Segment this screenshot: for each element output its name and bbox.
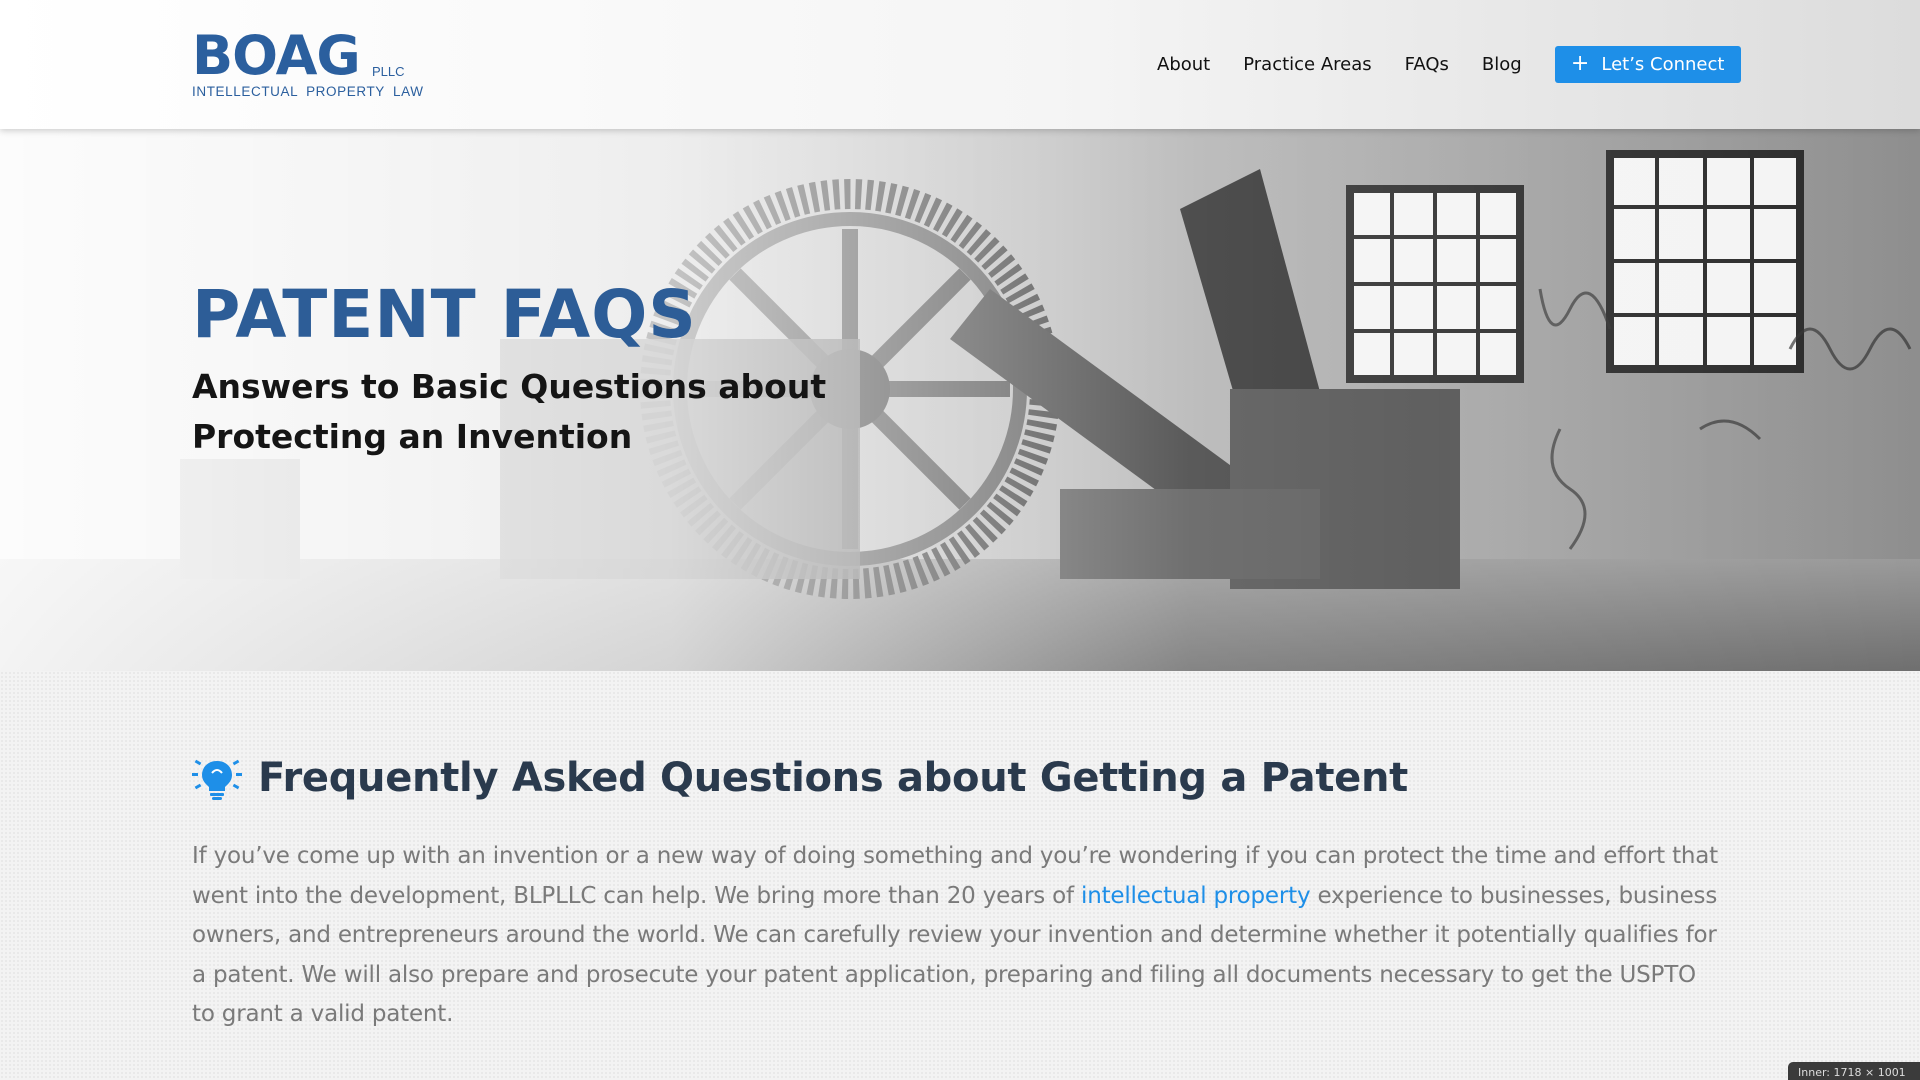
site-header: BOAG PLLC INTELLECTUAL PROPERTY LAW Abou…	[0, 0, 1920, 129]
hero-banner: PATENT FAQS Answers to Basic Questions a…	[0, 129, 1920, 671]
nav-practice-areas[interactable]: Practice Areas	[1243, 54, 1371, 75]
nav-about[interactable]: About	[1157, 54, 1210, 75]
page-title: PATENT FAQS	[192, 276, 697, 353]
intellectual-property-link[interactable]: intellectual property	[1081, 883, 1311, 909]
page-subtitle: Answers to Basic Questions about Protect…	[192, 367, 827, 456]
section-title: Frequently Asked Questions about Getting…	[258, 755, 1408, 801]
site-logo[interactable]: BOAG PLLC INTELLECTUAL PROPERTY LAW	[192, 24, 424, 102]
lightbulb-icon	[192, 759, 242, 800]
nav-faqs[interactable]: FAQs	[1405, 54, 1449, 75]
logo-wordmark: BOAG	[192, 24, 361, 87]
logo-suffix: PLLC	[372, 64, 405, 79]
faq-intro-section: Frequently Asked Questions about Getting…	[0, 671, 1920, 1080]
plus-icon: +	[1570, 51, 1590, 76]
main-nav: About Practice Areas FAQs Blog + Let’s C…	[1157, 45, 1741, 83]
viewport-size-badge: Inner: 1718 × 1001	[1788, 1062, 1920, 1080]
logo-tagline: INTELLECTUAL PROPERTY LAW	[192, 84, 424, 99]
lets-connect-label: Let’s Connect	[1601, 53, 1725, 75]
lets-connect-button[interactable]: + Let’s Connect	[1554, 45, 1741, 83]
intro-paragraph: If you’ve come up with an invention or a…	[192, 837, 1722, 1035]
section-heading: Frequently Asked Questions about Getting…	[192, 755, 1408, 801]
nav-blog[interactable]: Blog	[1482, 54, 1522, 75]
